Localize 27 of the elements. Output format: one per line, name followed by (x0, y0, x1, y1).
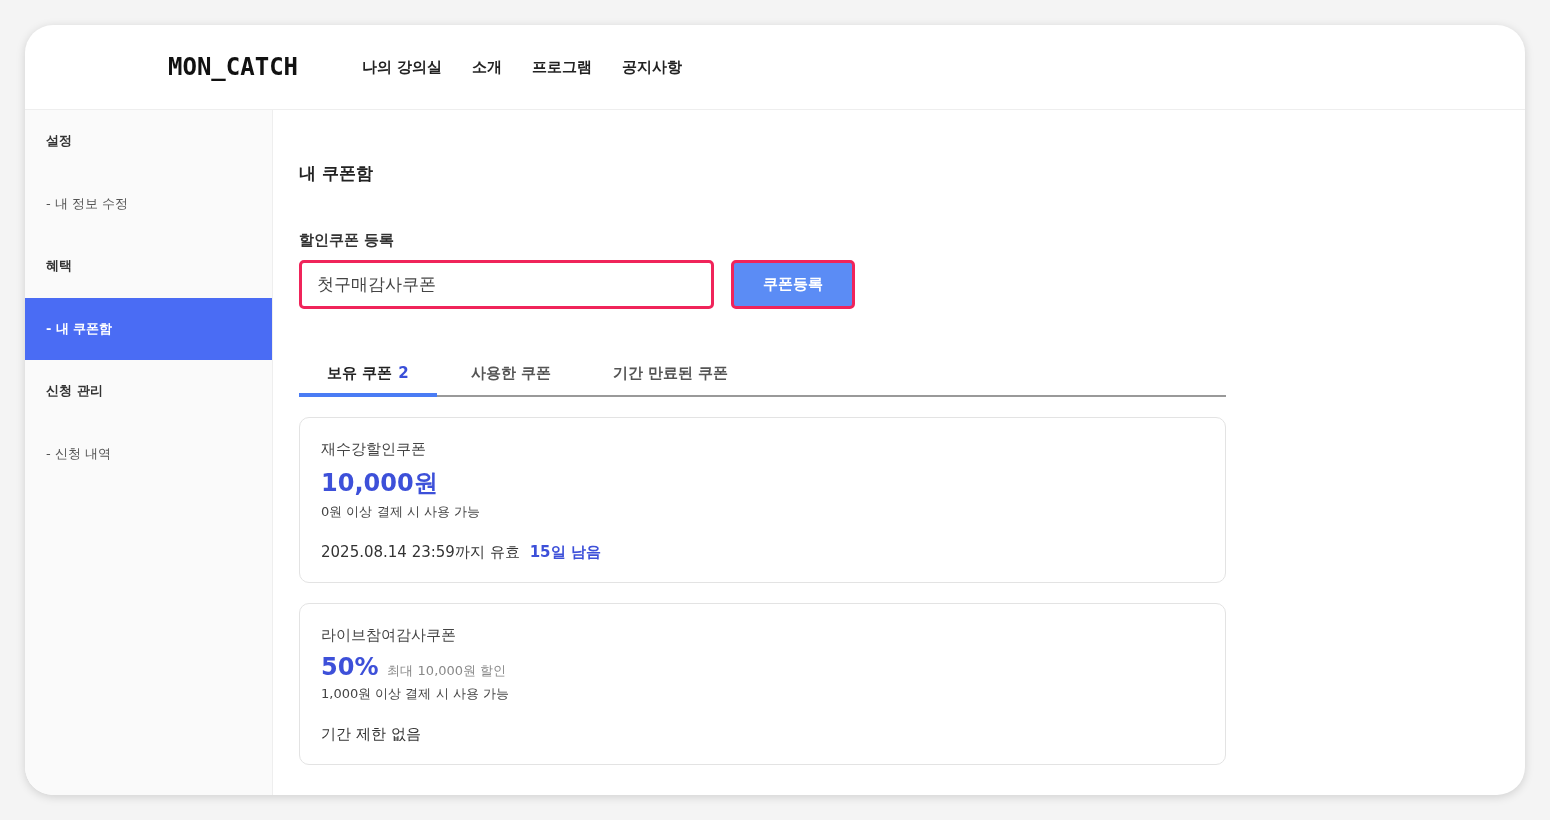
validity-text: 기간 제한 없음 (321, 725, 421, 744)
tab[interactable]: 사용한 쿠폰 (442, 364, 579, 397)
nav-link[interactable]: 소개 (472, 57, 503, 77)
field-label: 할인쿠폰 등록 (299, 231, 396, 250)
sidebar-heading: 설정 (45, 132, 73, 151)
tab[interactable]: 보유 쿠폰 2 (299, 364, 437, 397)
coupon-condition: 0원 이상 결제 시 사용 가능 (321, 503, 481, 521)
max-discount: 최대 10,000원 할인 (387, 662, 507, 680)
page-title: 내 쿠폰함 (299, 162, 374, 185)
coupon-code-field[interactable]: 첫구매감사쿠폰 (299, 260, 714, 309)
sidebar-item[interactable]: - 내 쿠폰함 (25, 297, 272, 360)
nav-link[interactable]: 나의 강의실 (362, 57, 443, 77)
validity-text: 2025.08.14 23:59까지 유효 (321, 543, 520, 562)
sidebar-heading: 신청 관리 (45, 382, 104, 401)
sidebar-item[interactable]: - 내 정보 수정 (25, 172, 272, 235)
coupon-condition: 1,000원 이상 결제 시 사용 가능 (321, 685, 510, 703)
nav-link[interactable]: 공지사항 (622, 57, 683, 77)
logo[interactable]: MON_CATCH (168, 53, 299, 81)
coupon-amount: 10,000원 (321, 468, 438, 499)
sidebar-item[interactable]: - 신청 내역 (25, 422, 272, 485)
sidebar-heading: 혜택 (45, 257, 73, 276)
days-remaining: 15일 남음 (529, 543, 601, 562)
coupon-amount: 50% (321, 653, 379, 681)
coupon-name: 재수강할인쿠폰 (321, 440, 427, 459)
nav-link[interactable]: 프로그램 (532, 57, 593, 77)
coupon-name: 라이브참여감사쿠폰 (321, 626, 457, 645)
tab[interactable]: 기간 만료된 쿠폰 (584, 364, 757, 397)
